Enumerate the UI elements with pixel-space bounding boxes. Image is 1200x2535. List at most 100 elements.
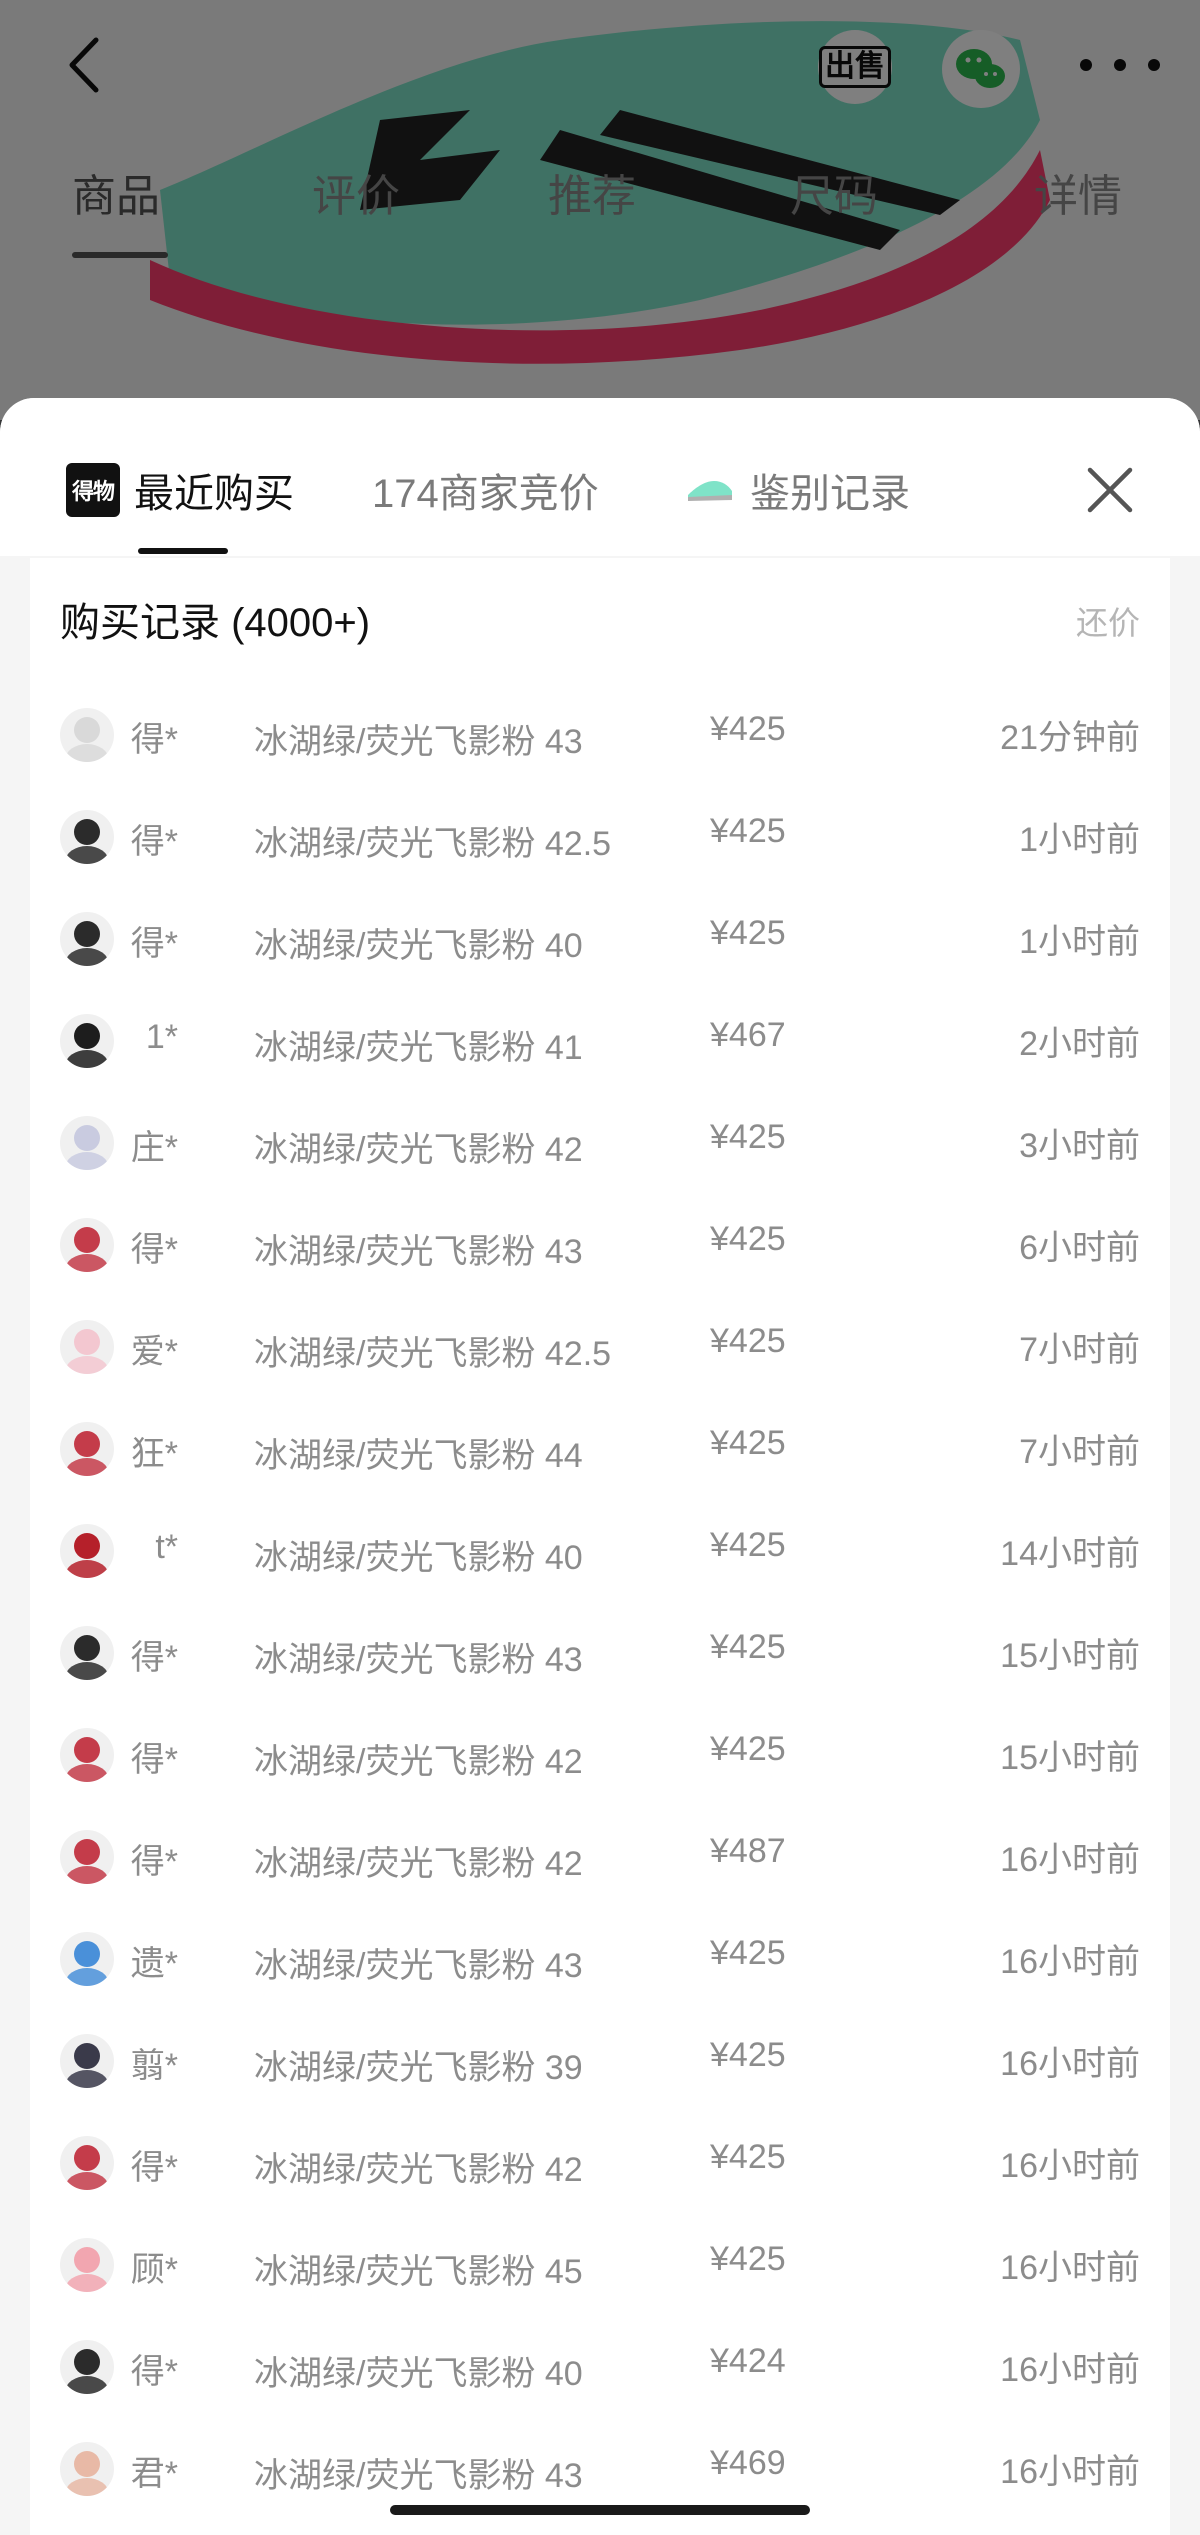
user-name: 君* bbox=[130, 2455, 178, 2493]
purchase-records-sheet: 得物 最近购买 174商家竞价 鉴别记录 购买记录 (4000+) 还价 得* 冰… bbox=[0, 398, 1200, 2535]
avatar bbox=[60, 1728, 114, 1782]
user-name: 得* bbox=[130, 1231, 178, 1269]
product-spec: 冰湖绿/荧光飞影粉 40 bbox=[254, 2355, 583, 2393]
user-name: 得* bbox=[130, 721, 178, 759]
user-name: 得* bbox=[130, 925, 178, 963]
tab-recent-purchases[interactable]: 得物 最近购买 bbox=[66, 460, 294, 520]
purchase-record-row: t* 冰湖绿/荧光飞影粉 40 ¥425 14小时前 bbox=[30, 1502, 1170, 1604]
product-spec: 冰湖绿/荧光飞影粉 42 bbox=[254, 2151, 583, 2189]
purchase-record-row: 爱* 冰湖绿/荧光飞影粉 42.5 ¥425 7小时前 bbox=[30, 1298, 1170, 1400]
user-name: 得* bbox=[130, 2353, 178, 2391]
user-name: 遗* bbox=[130, 1945, 178, 1983]
records-title: 购买记录 (4000+) bbox=[60, 601, 371, 645]
price: ¥425 bbox=[710, 1934, 786, 1972]
product-spec: 冰湖绿/荧光飞影粉 43 bbox=[254, 723, 583, 761]
price: ¥425 bbox=[710, 710, 786, 748]
purchase-time: 1小时前 bbox=[1019, 923, 1140, 961]
tab-label: 鉴别记录 bbox=[750, 472, 910, 516]
purchase-time: 16小时前 bbox=[1000, 2045, 1140, 2083]
purchase-record-row: 得* 冰湖绿/荧光飞影粉 43 ¥425 21分钟前 bbox=[30, 686, 1170, 788]
purchase-record-row: 得* 冰湖绿/荧光飞影粉 42 ¥425 16小时前 bbox=[30, 2114, 1170, 2216]
product-spec: 冰湖绿/荧光飞影粉 42.5 bbox=[254, 1335, 612, 1373]
purchase-time: 16小时前 bbox=[1000, 1943, 1140, 1981]
sneaker-icon bbox=[688, 481, 732, 501]
purchase-record-row: 得* 冰湖绿/荧光飞影粉 40 ¥425 1小时前 bbox=[30, 890, 1170, 992]
purchase-time: 21分钟前 bbox=[1000, 719, 1140, 757]
purchase-record-row: 得* 冰湖绿/荧光飞影粉 43 ¥425 15小时前 bbox=[30, 1604, 1170, 1706]
avatar bbox=[60, 912, 114, 966]
price: ¥425 bbox=[710, 1322, 786, 1360]
price: ¥425 bbox=[710, 2036, 786, 2074]
avatar bbox=[60, 1218, 114, 1272]
tab-label: 最近购买 bbox=[134, 472, 294, 516]
counter-offer-link[interactable]: 还价 bbox=[1076, 598, 1140, 644]
purchase-time: 6小时前 bbox=[1019, 1229, 1140, 1267]
purchase-time: 16小时前 bbox=[1000, 2453, 1140, 2491]
price: ¥467 bbox=[710, 1016, 786, 1054]
purchase-record-row: 得* 冰湖绿/荧光飞影粉 42 ¥425 15小时前 bbox=[30, 1706, 1170, 1808]
purchase-record-row: 顾* 冰湖绿/荧光飞影粉 45 ¥425 16小时前 bbox=[30, 2216, 1170, 2318]
purchase-record-row: 翦* 冰湖绿/荧光飞影粉 39 ¥425 16小时前 bbox=[30, 2012, 1170, 2114]
product-spec: 冰湖绿/荧光飞影粉 40 bbox=[254, 927, 583, 965]
price: ¥424 bbox=[710, 2342, 786, 2380]
avatar bbox=[60, 1626, 114, 1680]
avatar bbox=[60, 2442, 114, 2496]
price: ¥425 bbox=[710, 2138, 786, 2176]
purchase-time: 7小时前 bbox=[1019, 1331, 1140, 1369]
avatar bbox=[60, 1830, 114, 1884]
user-name: 得* bbox=[130, 823, 178, 861]
price: ¥425 bbox=[710, 2240, 786, 2278]
price: ¥425 bbox=[710, 1118, 786, 1156]
user-name: 得* bbox=[130, 1639, 178, 1677]
product-spec: 冰湖绿/荧光飞影粉 40 bbox=[254, 1539, 583, 1577]
user-name: 顾* bbox=[130, 2251, 178, 2289]
price: ¥425 bbox=[710, 1628, 786, 1666]
avatar bbox=[60, 1320, 114, 1374]
purchase-record-row: 庄* 冰湖绿/荧光飞影粉 42 ¥425 3小时前 bbox=[30, 1094, 1170, 1196]
price: ¥425 bbox=[710, 1220, 786, 1258]
tab-label: 174商家竞价 bbox=[372, 472, 599, 516]
product-spec: 冰湖绿/荧光飞影粉 43 bbox=[254, 1947, 583, 1985]
avatar bbox=[60, 2136, 114, 2190]
product-spec: 冰湖绿/荧光飞影粉 41 bbox=[254, 1029, 583, 1067]
purchase-time: 1小时前 bbox=[1019, 821, 1140, 859]
user-name: 得* bbox=[130, 1741, 178, 1779]
purchase-time: 14小时前 bbox=[1000, 1535, 1140, 1573]
purchase-time: 15小时前 bbox=[1000, 1739, 1140, 1777]
avatar bbox=[60, 2238, 114, 2292]
home-indicator bbox=[390, 2505, 810, 2515]
purchase-record-row: 得* 冰湖绿/荧光飞影粉 40 ¥424 16小时前 bbox=[30, 2318, 1170, 2420]
purchase-time: 7小时前 bbox=[1019, 1433, 1140, 1471]
purchase-record-row: 狂* 冰湖绿/荧光飞影粉 44 ¥425 7小时前 bbox=[30, 1400, 1170, 1502]
close-button[interactable] bbox=[1080, 460, 1140, 520]
user-name: 爱* bbox=[130, 1333, 178, 1371]
du-logo-icon: 得物 bbox=[66, 463, 120, 517]
purchase-time: 3小时前 bbox=[1019, 1127, 1140, 1165]
avatar bbox=[60, 1524, 114, 1578]
product-spec: 冰湖绿/荧光飞影粉 39 bbox=[254, 2049, 583, 2087]
user-name: 狂* bbox=[130, 1435, 178, 1473]
product-spec: 冰湖绿/荧光飞影粉 43 bbox=[254, 1641, 583, 1679]
product-spec: 冰湖绿/荧光飞影粉 42 bbox=[254, 1131, 583, 1169]
tab-authentication-records[interactable]: 鉴别记录 bbox=[684, 460, 910, 520]
price: ¥425 bbox=[710, 812, 786, 850]
avatar bbox=[60, 2340, 114, 2394]
tab-merchant-bids[interactable]: 174商家竞价 bbox=[372, 460, 599, 520]
user-name: 得* bbox=[130, 1843, 178, 1881]
purchase-time: 16小时前 bbox=[1000, 2147, 1140, 2185]
user-name: 庄* bbox=[130, 1129, 178, 1167]
purchase-time: 16小时前 bbox=[1000, 1841, 1140, 1879]
product-spec: 冰湖绿/荧光飞影粉 44 bbox=[254, 1437, 583, 1475]
product-spec: 冰湖绿/荧光飞影粉 42.5 bbox=[254, 825, 612, 863]
purchase-record-row: 得* 冰湖绿/荧光飞影粉 42.5 ¥425 1小时前 bbox=[30, 788, 1170, 890]
avatar bbox=[60, 1014, 114, 1068]
active-tab-indicator bbox=[138, 548, 228, 554]
avatar bbox=[60, 1422, 114, 1476]
product-spec: 冰湖绿/荧光飞影粉 42 bbox=[254, 1743, 583, 1781]
avatar bbox=[60, 810, 114, 864]
purchase-time: 16小时前 bbox=[1000, 2249, 1140, 2287]
records-list: 得* 冰湖绿/荧光飞影粉 43 ¥425 21分钟前 得* 冰湖绿/荧光飞影粉 42.5 ¥… bbox=[30, 686, 1170, 2522]
price: ¥487 bbox=[710, 1832, 786, 1870]
price: ¥425 bbox=[710, 1730, 786, 1768]
sheet-header: 得物 最近购买 174商家竞价 鉴别记录 bbox=[0, 398, 1200, 556]
